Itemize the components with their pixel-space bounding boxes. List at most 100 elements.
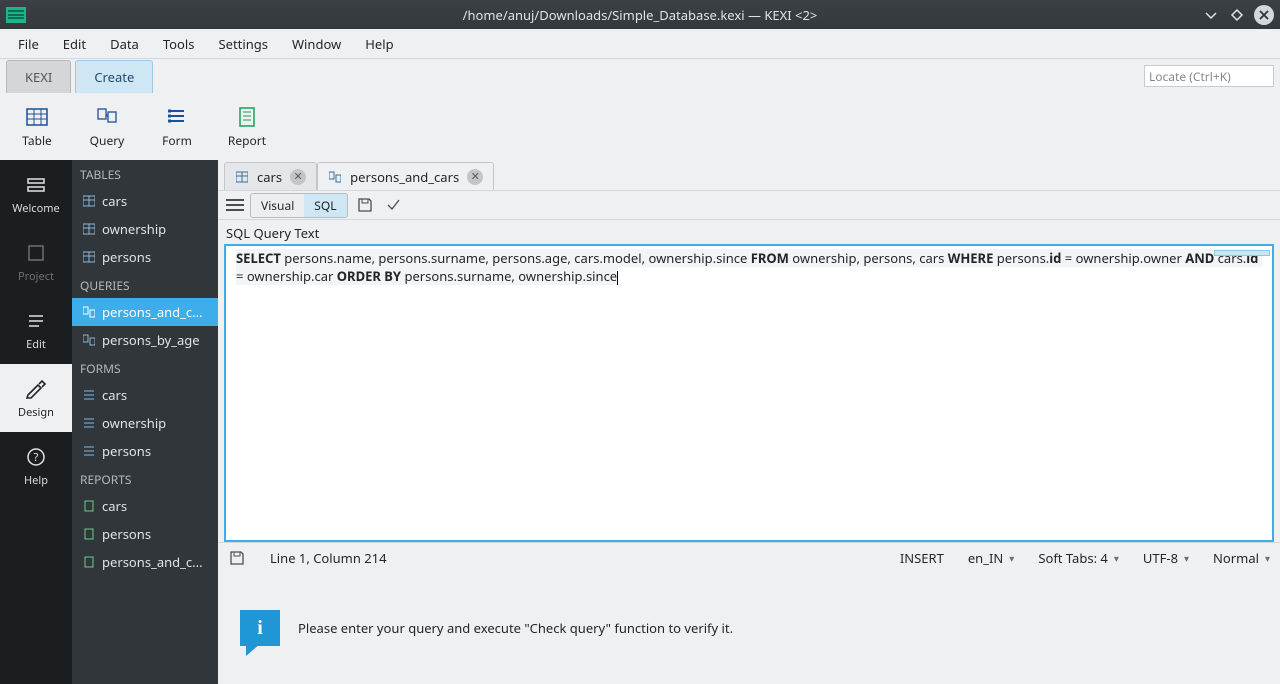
form-label: Form <box>162 132 192 149</box>
query-icon <box>96 106 118 128</box>
check-query-icon[interactable] <box>382 194 404 216</box>
tree-section-queries: QUERIES <box>72 271 218 298</box>
rail-project[interactable]: Project <box>0 228 72 296</box>
wrap-combo[interactable]: Normal▾ <box>1213 549 1270 567</box>
tree-leaf-label: ownership <box>102 220 166 238</box>
tree-report-persons-and-cars[interactable]: persons_and_c... <box>72 548 218 576</box>
report-icon <box>236 106 258 128</box>
table-icon <box>82 250 96 264</box>
doctab-cars[interactable]: cars ✕ <box>224 162 317 190</box>
rail-welcome[interactable]: Welcome <box>0 160 72 228</box>
table-icon <box>235 170 249 184</box>
mode-rail: Welcome Project Edit Design ? Help <box>0 160 72 684</box>
rail-edit[interactable]: Edit <box>0 296 72 364</box>
rail-design[interactable]: Design <box>0 364 72 432</box>
form-icon <box>82 416 96 430</box>
tab-create[interactable]: Create <box>75 60 153 93</box>
project-icon <box>24 241 48 265</box>
menu-tools[interactable]: Tools <box>151 31 207 57</box>
chevron-down-icon: ▾ <box>1009 551 1014 565</box>
view-mode-segmented: Visual SQL <box>250 193 348 218</box>
tree-leaf-label: persons_and_c... <box>102 553 203 571</box>
doctab-label: persons_and_cars <box>350 168 459 186</box>
report-icon <box>82 527 96 541</box>
tree-report-persons[interactable]: persons <box>72 520 218 548</box>
tree-section-reports: REPORTS <box>72 465 218 492</box>
tree-leaf-label: persons <box>102 525 151 543</box>
maximize-icon[interactable] <box>1228 6 1246 24</box>
chevron-down-icon: ▾ <box>1265 551 1270 565</box>
chevron-down-icon: ▾ <box>1184 551 1189 565</box>
tab-kexi[interactable]: KEXI <box>6 60 71 93</box>
tree-query-persons-by-age[interactable]: persons_by_age <box>72 326 218 354</box>
form-icon <box>82 388 96 402</box>
tree-table-ownership[interactable]: ownership <box>72 215 218 243</box>
rail-help-label: Help <box>24 473 48 488</box>
tree-report-cars[interactable]: cars <box>72 492 218 520</box>
menu-settings[interactable]: Settings <box>207 31 280 57</box>
tree-leaf-label: persons <box>102 442 151 460</box>
form-icon <box>166 106 188 128</box>
locale-combo[interactable]: en_IN▾ <box>968 549 1014 567</box>
chevron-down-icon: ▾ <box>1114 551 1119 565</box>
mode-tabs: KEXI Create Locate (Ctrl+K) <box>0 59 1280 93</box>
create-query-button[interactable]: Query <box>84 106 130 149</box>
sql-query-label: SQL Query Text <box>218 220 1280 244</box>
editor-pane: cars ✕ persons_and_cars ✕ Visual SQL SQL… <box>218 160 1280 684</box>
rail-edit-label: Edit <box>26 337 46 352</box>
minimize-icon[interactable] <box>1202 6 1220 24</box>
search-input[interactable]: Locate (Ctrl+K) <box>1144 65 1274 87</box>
insert-mode[interactable]: INSERT <box>900 549 944 567</box>
create-table-button[interactable]: Table <box>14 106 60 149</box>
table-icon <box>82 222 96 236</box>
cursor-position: Line 1, Column 214 <box>270 549 387 567</box>
save-icon[interactable] <box>228 549 246 567</box>
menu-data[interactable]: Data <box>98 31 151 57</box>
create-form-button[interactable]: Form <box>154 106 200 149</box>
encoding-combo[interactable]: UTF-8▾ <box>1143 549 1189 567</box>
close-tab-icon[interactable]: ✕ <box>467 169 483 185</box>
menu-edit[interactable]: Edit <box>51 31 98 57</box>
hamburger-icon[interactable] <box>226 199 244 211</box>
visual-mode-button[interactable]: Visual <box>251 194 304 217</box>
rail-project-label: Project <box>18 269 54 284</box>
tabs-combo[interactable]: Soft Tabs: 4▾ <box>1038 549 1119 567</box>
table-icon <box>26 106 48 128</box>
info-icon: i <box>240 610 280 646</box>
document-tabs: cars ✕ persons_and_cars ✕ <box>218 160 1280 190</box>
tree-form-persons[interactable]: persons <box>72 437 218 465</box>
minimap-indicator <box>1214 250 1270 256</box>
tree-leaf-label: persons <box>102 248 151 266</box>
save-icon[interactable] <box>354 194 376 216</box>
svg-text:?: ? <box>34 450 39 465</box>
sql-mode-button[interactable]: SQL <box>304 194 346 217</box>
edit-icon <box>24 309 48 333</box>
tree-leaf-label: cars <box>102 497 127 515</box>
tree-form-cars[interactable]: cars <box>72 381 218 409</box>
help-icon: ? <box>24 445 48 469</box>
menu-window[interactable]: Window <box>280 31 353 57</box>
close-tab-icon[interactable]: ✕ <box>290 169 306 185</box>
rail-help[interactable]: ? Help <box>0 432 72 500</box>
hint-panel: i Please enter your query and execute "C… <box>218 572 1280 684</box>
close-icon[interactable] <box>1254 5 1274 25</box>
menubar: File Edit Data Tools Settings Window Hel… <box>0 29 1280 59</box>
sql-editor[interactable]: SELECT persons.name, persons.surname, pe… <box>224 244 1274 542</box>
doctab-persons-and-cars[interactable]: persons_and_cars ✕ <box>317 162 494 190</box>
create-report-button[interactable]: Report <box>224 106 270 149</box>
tree-leaf-label: cars <box>102 192 127 210</box>
design-icon <box>24 377 48 401</box>
menu-help[interactable]: Help <box>353 31 405 57</box>
hint-text: Please enter your query and execute "Che… <box>298 619 733 637</box>
project-tree: TABLES cars ownership persons QUERIES pe… <box>72 160 218 684</box>
sql-editor-content[interactable]: SELECT persons.name, persons.surname, pe… <box>226 246 1272 290</box>
tree-query-persons-and-cars[interactable]: persons_and_c... <box>72 298 218 326</box>
tree-table-cars[interactable]: cars <box>72 187 218 215</box>
editor-statusbar: Line 1, Column 214 INSERT en_IN▾ Soft Ta… <box>218 542 1280 572</box>
tree-form-ownership[interactable]: ownership <box>72 409 218 437</box>
table-label: Table <box>22 132 52 149</box>
menu-file[interactable]: File <box>6 31 51 57</box>
report-label: Report <box>228 132 266 149</box>
rail-welcome-label: Welcome <box>12 201 59 216</box>
tree-table-persons[interactable]: persons <box>72 243 218 271</box>
